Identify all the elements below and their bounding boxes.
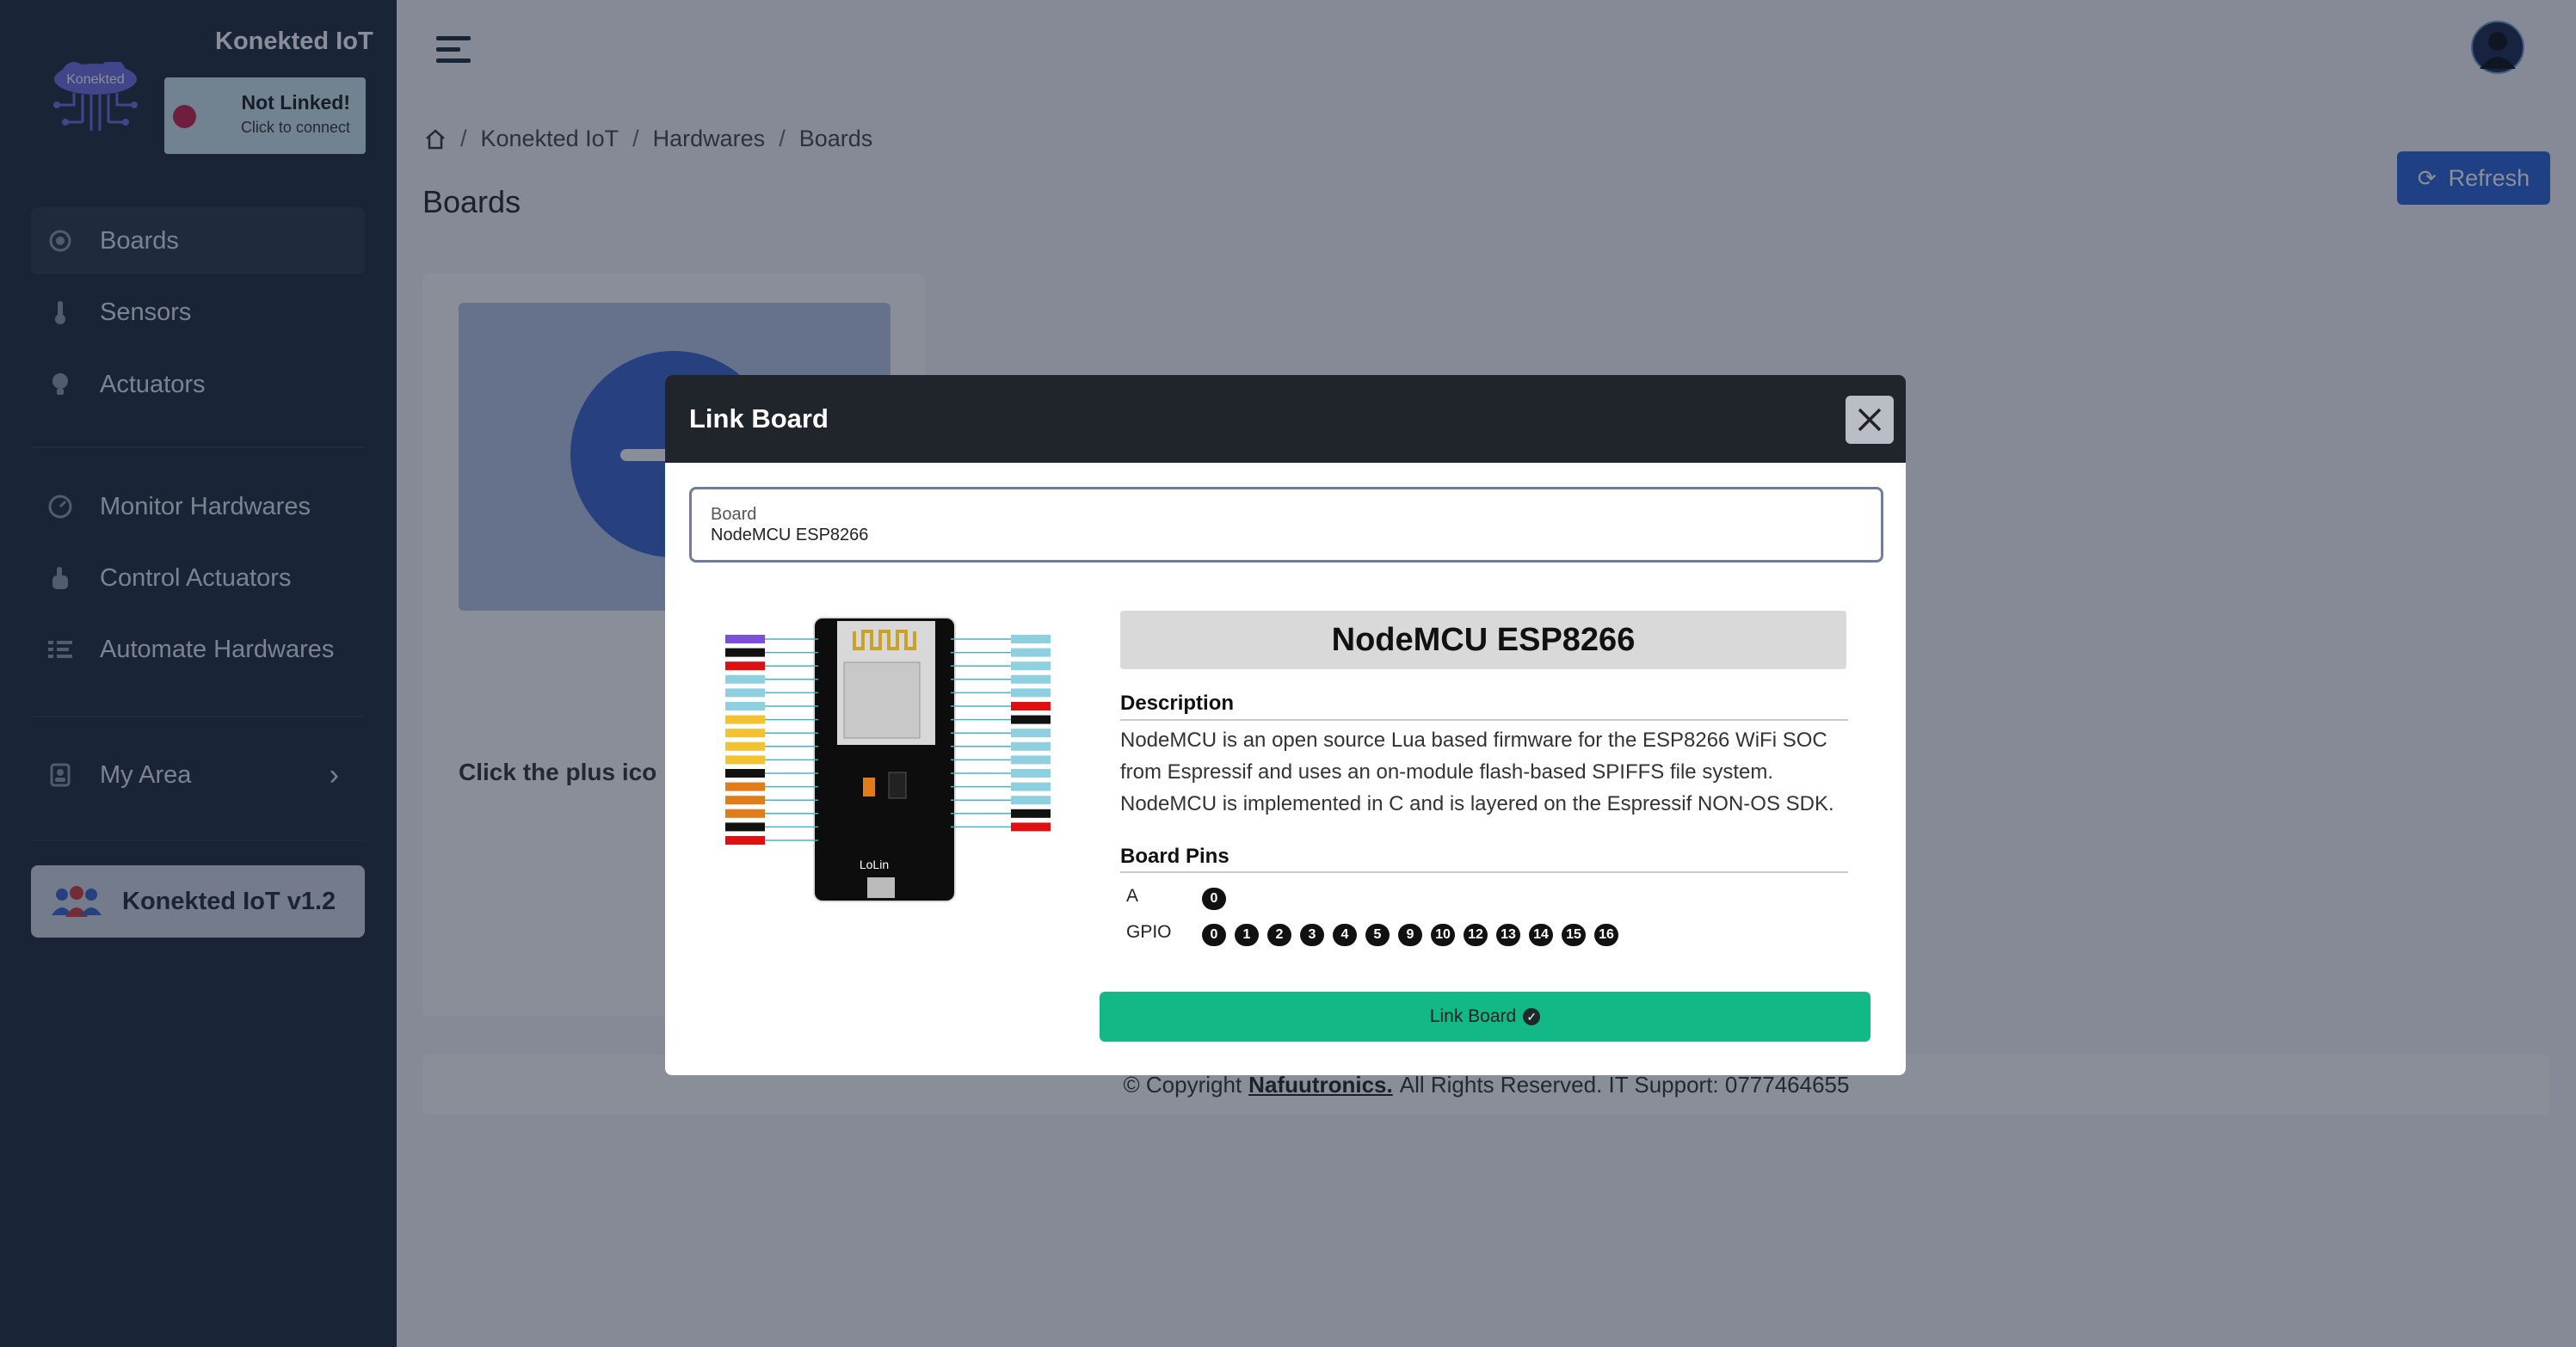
pin-badge: 2: [1267, 924, 1291, 946]
pin-badge: 12: [1464, 924, 1488, 946]
pin-badge: 0: [1202, 888, 1226, 910]
pin-label-bar: [725, 674, 765, 684]
close-button[interactable]: [1846, 396, 1894, 444]
link-board-label: Link Board: [1429, 1006, 1517, 1026]
pin-label-bar: [725, 809, 765, 818]
pin-label-bar: [725, 741, 765, 751]
pin-badge: 5: [1365, 924, 1390, 946]
pin-label-bar: [1011, 755, 1051, 765]
pin-label-bar: [725, 702, 765, 710]
pin-label-bar: [725, 755, 765, 765]
description-title: Description: [1120, 692, 1235, 715]
pin-label-bar: [725, 822, 765, 832]
board-select[interactable]: Board NodeMCU ESP8266: [689, 487, 1883, 563]
pin-badge: 14: [1529, 924, 1553, 946]
link-board-modal: Link Board Board NodeMCU ESP8266 LoLin N…: [665, 375, 1906, 1075]
link-board-button[interactable]: Link Board ✓: [1100, 992, 1870, 1042]
pin-label-bar: [725, 782, 765, 791]
modal-header: Link Board: [665, 375, 1906, 463]
analog-pins: 0: [1202, 888, 1226, 910]
pin-label-bar: [1011, 769, 1051, 778]
pin-label-bar: [1011, 648, 1051, 657]
pin-badge: 10: [1431, 924, 1455, 946]
pin-label-bar: [1011, 729, 1051, 738]
pin-label-bar: [1011, 809, 1051, 818]
board-silkscreen: LoLin: [860, 858, 889, 871]
pin-label-bar: [1011, 702, 1051, 710]
modal-title: Link Board: [689, 403, 829, 434]
gpio-label: GPIO: [1126, 922, 1172, 942]
pin-label-bar: [1011, 822, 1051, 832]
divider: [1120, 719, 1848, 721]
close-icon: [1858, 408, 1882, 432]
pin-badge: 0: [1202, 924, 1226, 946]
board-pinout-image: LoLin: [725, 617, 1051, 902]
check-circle-icon: ✓: [1523, 1008, 1541, 1025]
pin-badge: 3: [1300, 924, 1324, 946]
pin-label-bar: [725, 836, 765, 845]
pin-label-bar: [1011, 688, 1051, 698]
analog-label: A: [1126, 886, 1139, 906]
pin-badge: 9: [1398, 924, 1422, 946]
pin-badge: 4: [1333, 924, 1357, 946]
pin-label-bar: [725, 729, 765, 738]
board-select-value: NodeMCU ESP8266: [711, 526, 869, 544]
pin-label-bar: [725, 688, 765, 698]
pin-label-bar: [1011, 782, 1051, 791]
pin-badge: 1: [1235, 924, 1259, 946]
pin-label-bar: [1011, 674, 1051, 684]
pin-label-bar: [1011, 661, 1051, 671]
pin-badge: 13: [1496, 924, 1520, 946]
board-description: NodeMCU is an open source Lua based firm…: [1120, 729, 1834, 815]
board-name-heading: NodeMCU ESP8266: [1120, 611, 1846, 669]
pin-label-bar: [725, 769, 765, 778]
pin-label-bar: [725, 648, 765, 657]
pin-label-bar: [1011, 715, 1051, 724]
board-select-label: Board: [711, 505, 757, 524]
pins-title: Board Pins: [1120, 845, 1229, 868]
pin-label-bar: [725, 661, 765, 671]
pin-label-bar: [1011, 635, 1051, 643]
pin-label-bar: [1011, 796, 1051, 805]
gpio-pins: 0 1 2 3 4 5 9 10 12 13 14 15 16: [1202, 924, 1618, 946]
pin-label-bar: [1011, 741, 1051, 751]
pin-label-bar: [725, 796, 765, 805]
pin-label-bar: [725, 635, 765, 643]
pin-badge: 15: [1562, 924, 1586, 946]
pin-badge: 16: [1594, 924, 1618, 946]
pin-label-bar: [725, 715, 765, 724]
divider: [1120, 871, 1848, 873]
